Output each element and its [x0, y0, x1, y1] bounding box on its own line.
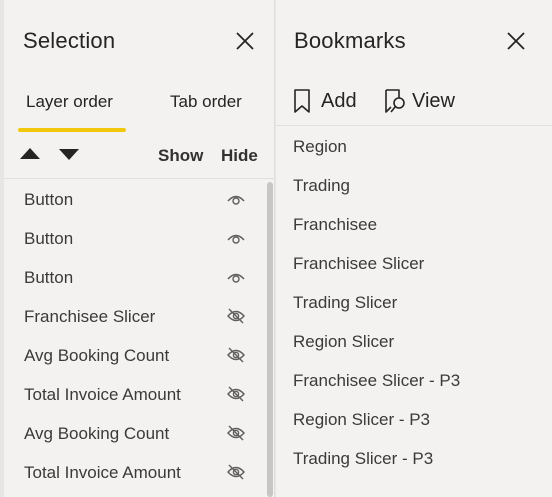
- eye-hidden-icon[interactable]: [226, 308, 246, 324]
- scrollbar-thumb[interactable]: [267, 182, 273, 497]
- add-bookmark-label: Add: [321, 90, 357, 112]
- bookmark-label: Franchisee: [293, 215, 378, 234]
- bookmark-label: Region Slicer - P3: [293, 410, 431, 429]
- eye-visible-icon[interactable]: [226, 191, 246, 207]
- layer-row[interactable]: Total Invoice Amount: [4, 453, 266, 492]
- bookmark-label: Region: [293, 137, 347, 156]
- close-selection-icon[interactable]: [234, 30, 256, 52]
- layer-label: Avg Booking Count: [24, 424, 170, 443]
- bookmarks-pane: Bookmarks Add View Region Trading Franchis…: [276, 0, 552, 497]
- layer-label: Total Invoice Amount: [24, 463, 181, 482]
- divider: [4, 178, 274, 179]
- selection-pane: Selection Layer order Tab order Show Hid…: [4, 0, 275, 497]
- bookmark-add-icon: [294, 89, 310, 113]
- eye-hidden-icon[interactable]: [226, 425, 246, 441]
- layer-row[interactable]: Avg Booking Count: [4, 414, 266, 453]
- show-all-button[interactable]: Show: [158, 146, 203, 166]
- bookmark-item[interactable]: Trading Slicer: [276, 283, 552, 322]
- bookmark-item[interactable]: Franchisee: [276, 205, 552, 244]
- bookmark-item[interactable]: Region Slicer: [276, 322, 552, 361]
- bookmark-label: Franchisee Slicer - P3: [293, 371, 461, 390]
- layer-row[interactable]: Avg Booking Count: [4, 336, 266, 375]
- view-bookmark-button[interactable]: View: [384, 88, 464, 116]
- bookmark-label: Franchisee Slicer: [293, 254, 425, 273]
- move-down-icon[interactable]: [58, 146, 80, 162]
- bookmark-list: Region Trading Franchisee Franchisee Slicer…: [276, 127, 552, 478]
- view-bookmark-icon: [385, 89, 405, 113]
- layer-label: Avg Booking Count: [24, 346, 170, 365]
- eye-hidden-icon[interactable]: [226, 464, 246, 480]
- layer-row[interactable]: Total Invoice Amount: [4, 375, 266, 414]
- bookmark-item[interactable]: Franchisee Slicer: [276, 244, 552, 283]
- divider: [276, 125, 552, 126]
- tab-tab-order[interactable]: Tab order: [170, 92, 242, 112]
- bookmark-item[interactable]: Trading: [276, 166, 552, 205]
- close-bookmarks-icon[interactable]: [505, 30, 527, 52]
- layer-list: Button Button Button Franchisee Slicer Avg B…: [4, 180, 266, 492]
- bookmark-item[interactable]: Trading Slicer - P3: [276, 439, 552, 478]
- bookmark-item[interactable]: Franchisee Slicer - P3: [276, 361, 552, 400]
- layer-row[interactable]: Button: [4, 258, 266, 297]
- layer-label: Total Invoice Amount: [24, 385, 181, 404]
- tab-layer-order[interactable]: Layer order: [26, 92, 113, 112]
- bookmark-label: Trading Slicer - P3: [293, 449, 434, 468]
- eye-hidden-icon[interactable]: [226, 347, 246, 363]
- add-bookmark-button[interactable]: Add: [293, 88, 363, 116]
- bookmark-item[interactable]: Region: [276, 127, 552, 166]
- layer-label: Franchisee Slicer: [24, 307, 156, 326]
- selection-title: Selection: [23, 28, 116, 53]
- layer-row[interactable]: Franchisee Slicer: [4, 297, 266, 336]
- hide-all-button[interactable]: Hide: [221, 146, 258, 166]
- bookmark-label: Region Slicer: [293, 332, 395, 351]
- layer-label: Button: [24, 268, 74, 287]
- bookmark-item[interactable]: Region Slicer - P3: [276, 400, 552, 439]
- eye-hidden-icon[interactable]: [226, 386, 246, 402]
- eye-visible-icon[interactable]: [226, 230, 246, 246]
- bookmark-label: Trading: [293, 176, 351, 195]
- layer-row[interactable]: Button: [4, 180, 266, 219]
- layer-label: Button: [24, 229, 74, 248]
- eye-visible-icon[interactable]: [226, 269, 246, 285]
- layer-label: Button: [24, 190, 74, 209]
- active-tab-indicator: [18, 128, 126, 132]
- bookmarks-title: Bookmarks: [294, 28, 406, 53]
- view-bookmark-label: View: [412, 90, 455, 112]
- move-up-icon[interactable]: [19, 146, 41, 162]
- layer-row[interactable]: Button: [4, 219, 266, 258]
- bookmark-label: Trading Slicer: [293, 293, 398, 312]
